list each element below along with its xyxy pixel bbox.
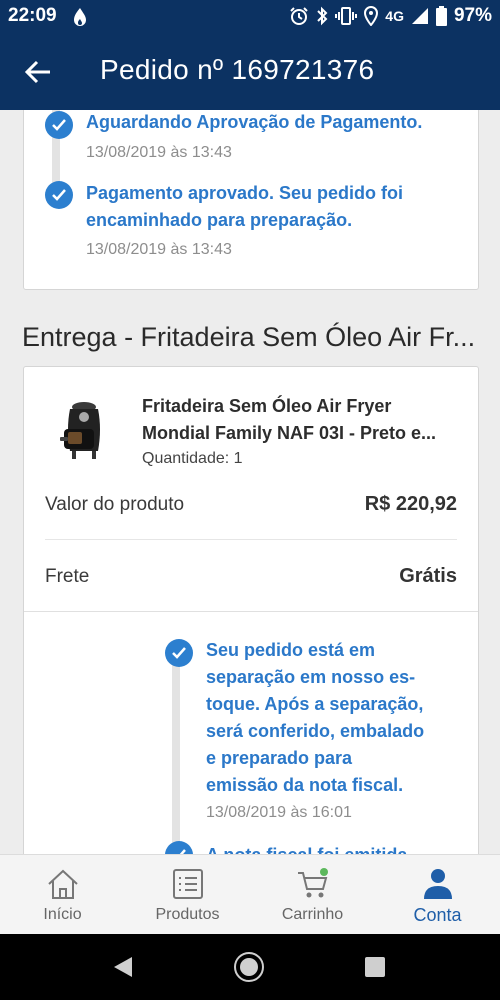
nav-item-produtos[interactable]: Produtos	[125, 855, 250, 935]
timeline-step-date: 13/08/2019 às 13:43	[86, 144, 232, 161]
timeline-step-title: Seu pedido está em separação em nosso es…	[206, 640, 425, 795]
location-icon	[364, 6, 379, 26]
check-icon	[45, 181, 73, 209]
flame-icon	[74, 8, 86, 26]
shipping-label: Frete	[45, 566, 90, 587]
air-fryer-image[interactable]	[60, 399, 106, 463]
cart-icon	[298, 868, 328, 898]
price-label: Valor do produto	[45, 494, 185, 515]
timeline-step-title: A nota fiscal foi emitida	[206, 842, 407, 854]
home-icon	[48, 869, 78, 899]
status-icons: 4G 97%	[289, 5, 492, 27]
nav-item-conta[interactable]: Conta	[375, 855, 500, 935]
timeline-step-date: 13/08/2019 às 13:43	[86, 241, 232, 258]
divider	[45, 539, 457, 540]
timeline-line	[172, 655, 180, 854]
home-circle-icon[interactable]	[233, 951, 265, 983]
product-quantity: Quantidade: 1	[142, 450, 243, 467]
app-header: Pedido nº 169721376	[0, 34, 500, 110]
back-arrow-icon[interactable]	[24, 58, 52, 86]
shipping-value: Grátis	[399, 565, 457, 587]
recents-square-icon[interactable]	[364, 956, 386, 978]
page-title: Pedido nº 169721376	[100, 54, 375, 85]
nav-label: Carrinho	[281, 906, 344, 923]
vibrate-icon	[335, 7, 358, 25]
system-navigation-bar	[0, 934, 500, 1000]
status-bar: 22:09 4G 97%	[0, 0, 500, 34]
nav-label: Início	[43, 906, 82, 923]
check-icon	[165, 841, 193, 854]
check-icon	[165, 639, 193, 667]
scroll-content[interactable]: Aguardando Aprovação de Pagamento. 13/08…	[0, 110, 500, 854]
battery-icon	[435, 6, 447, 26]
battery-level: 97%	[453, 5, 492, 26]
network-type: 4G	[385, 8, 404, 24]
signal-icon	[411, 8, 428, 24]
nav-item-inicio[interactable]: Início	[0, 855, 125, 935]
bluetooth-icon	[317, 6, 328, 26]
list-icon	[173, 869, 203, 899]
alarm-icon	[290, 7, 308, 25]
nav-item-carrinho[interactable]: Carrinho	[250, 855, 375, 935]
check-icon	[45, 111, 73, 139]
product-name[interactable]: Fritadeira Sem Óleo Air Fryer Mondial Fa…	[142, 393, 460, 447]
nav-label: Produtos	[155, 906, 220, 923]
delivery-section-title: Entrega - Fritadeira Sem Óleo Air Fr...	[22, 322, 476, 352]
bottom-navigation: Início Produtos Carrinho Conta	[0, 854, 500, 935]
timeline-step-title: Aguardando Aprovação de Pagamento.	[86, 112, 423, 132]
nav-label: Conta	[413, 905, 462, 925]
back-triangle-icon[interactable]	[112, 956, 134, 978]
order-status-card: Aguardando Aprovação de Pagamento. 13/08…	[23, 110, 479, 290]
divider	[24, 611, 478, 612]
status-time: 22:09	[8, 5, 57, 26]
timeline-step-date: 13/08/2019 às 16:01	[206, 804, 352, 821]
user-icon	[424, 869, 452, 899]
delivery-card: Fritadeira Sem Óleo Air Fryer Mondial Fa…	[23, 366, 479, 854]
timeline-step-title: Pagamento aprovado. Seu pedido foi encam…	[86, 183, 404, 230]
price-value: R$ 220,92	[364, 493, 457, 515]
